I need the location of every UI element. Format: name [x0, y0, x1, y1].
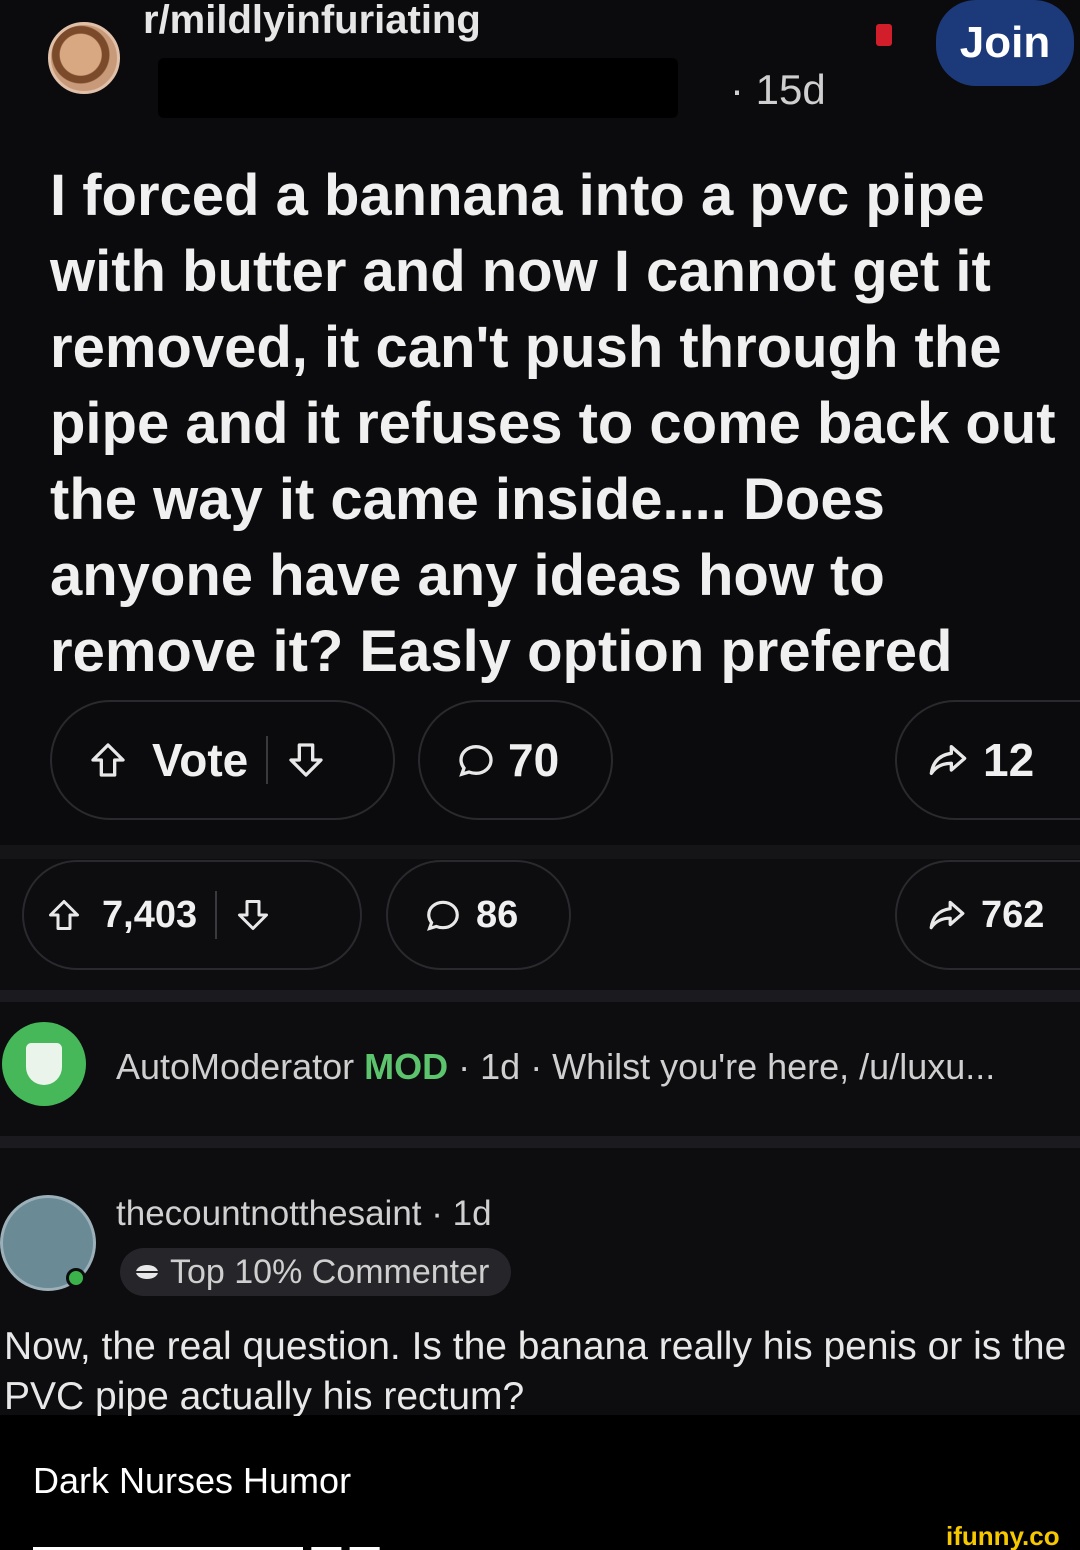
redacted-username — [158, 58, 678, 118]
vote-separator — [266, 736, 269, 784]
outer-comments-button[interactable]: 86 — [386, 860, 571, 970]
outer-share-count: 762 — [981, 893, 1045, 936]
comment-body: Now, the real question. Is the banana re… — [4, 1325, 1067, 1418]
ifunny-watermark: ifunny.co — [946, 1521, 1060, 1550]
outer-comment-count: 86 — [476, 893, 519, 936]
comment-bubble-icon — [459, 744, 493, 777]
upvote-count: 7,403 — [102, 893, 198, 936]
subreddit-avatar[interactable] — [48, 22, 120, 94]
upvote-icon[interactable] — [46, 897, 82, 933]
post-age: · 15d — [730, 66, 826, 113]
commenter-flair: Top 10% Commenter — [120, 1248, 512, 1296]
comment-count: 70 — [508, 734, 560, 786]
outer-share-button[interactable]: 762 — [895, 860, 1080, 970]
commenter-username[interactable]: thecountnotthesaint · 1d — [116, 1194, 492, 1234]
flair-label: Top 10% Commenter — [170, 1252, 490, 1291]
share-arrow-icon — [929, 745, 967, 775]
footer-cut-off-line: ▬▬▬▬▬▬▬▬▬ ▬ ▬ — [33, 1530, 380, 1550]
comment-divider — [0, 1136, 1080, 1148]
comment-divider — [0, 990, 1080, 1002]
join-button[interactable]: Join — [936, 0, 1074, 86]
automod-meta: · 1d · Whilst you're here, /u/luxu... — [448, 1046, 996, 1087]
automod-comment-header[interactable]: AutoModerator MOD · 1d · Whilst you're h… — [116, 1046, 995, 1088]
subreddit-name[interactable]: r/mildlyinfuriating — [143, 0, 481, 43]
share-count: 12 — [983, 734, 1035, 786]
downvote-icon[interactable] — [286, 740, 326, 780]
flag-icon — [876, 24, 892, 46]
vote-label: Vote — [152, 734, 249, 786]
post-title[interactable]: I forced a bannana into a pvc pipe with … — [50, 158, 1070, 690]
flair-icon — [136, 1265, 158, 1279]
online-status-dot — [66, 1268, 86, 1288]
comment-bubble-icon — [427, 900, 459, 931]
vote-separator — [215, 891, 218, 939]
comments-button[interactable]: 70 — [418, 700, 613, 820]
outer-vote-control: 7,403 — [22, 860, 362, 970]
downvote-icon[interactable] — [235, 897, 271, 933]
automod-username[interactable]: AutoModerator — [116, 1046, 354, 1087]
shield-icon — [26, 1043, 62, 1085]
upvote-icon[interactable] — [88, 740, 128, 780]
automoderator-avatar[interactable] — [2, 1022, 86, 1106]
source-page-name[interactable]: Dark Nurses Humor — [33, 1460, 351, 1502]
share-button[interactable]: 12 — [895, 700, 1080, 820]
mod-badge: MOD — [364, 1046, 449, 1087]
vote-control: Vote — [50, 700, 395, 820]
section-divider — [0, 845, 1080, 859]
share-arrow-icon — [929, 900, 965, 930]
